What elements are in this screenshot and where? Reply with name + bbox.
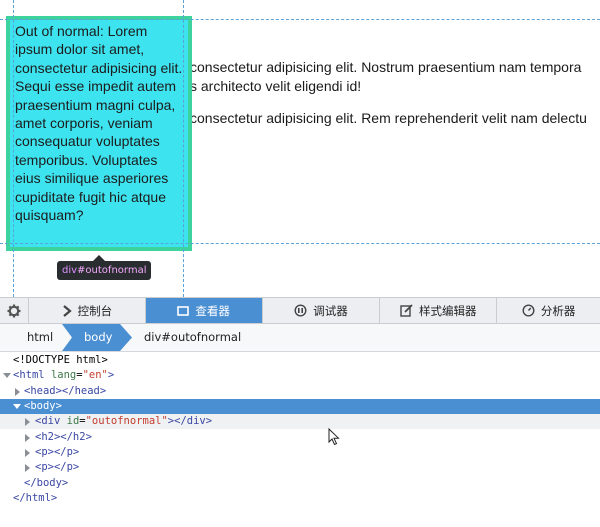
breadcrumb-body[interactable]: body — [84, 324, 112, 351]
html-close-tag-text: </html> — [13, 492, 58, 504]
markup-node-html[interactable]: <html lang="en"> — [0, 368, 600, 383]
expand-arrow-icon[interactable] — [13, 404, 21, 409]
tab-inspector[interactable]: 查看器 — [145, 298, 263, 323]
body-tag-text: <body> — [24, 400, 62, 412]
div-tag-text: <div id="outofnormal"></div> — [35, 415, 213, 427]
html-lang-value: "en" — [82, 369, 108, 381]
markup-node-div-outofnormal[interactable]: <div id="outofnormal"></div> — [0, 414, 600, 430]
breadcrumb-html[interactable]: html — [27, 324, 53, 351]
html-tag-name: <html — [13, 369, 45, 381]
tab-style-editor[interactable]: 样式编辑器 — [380, 298, 498, 323]
breadcrumb: html body div#outofnormal — [0, 324, 600, 352]
style-editor-icon — [400, 304, 413, 317]
inspector-icon — [177, 305, 190, 316]
head-tag-text: <head></head> — [24, 385, 107, 397]
console-icon — [62, 304, 72, 317]
collapse-arrow-icon[interactable] — [25, 434, 30, 442]
infobar-arrow — [93, 255, 105, 261]
mouse-cursor-icon — [328, 428, 340, 446]
gear-icon — [7, 304, 21, 317]
paragraph-2: consectetur adipisicing elit. Rem repreh… — [190, 109, 587, 128]
guide-line-left — [13, 0, 14, 297]
breadcrumb-div-outofnormal[interactable]: div#outofnormal — [144, 324, 241, 351]
tab-profiler-label: 分析器 — [540, 303, 576, 318]
markup-node-body-close[interactable]: </body> — [0, 476, 600, 491]
markup-node-h2[interactable]: <h2></h2> — [0, 430, 600, 445]
collapse-arrow-icon[interactable] — [25, 464, 30, 472]
p-tag-text: <p></p> — [35, 461, 80, 473]
collapse-arrow-icon[interactable] — [25, 449, 30, 457]
div-close-tag: ></div> — [167, 415, 213, 427]
paragraph-1-line-1: consectetur adipisicing elit. Nostrum pr… — [190, 59, 582, 75]
highlighter-infobar: div#outofnormal — [57, 255, 152, 280]
page-viewport: consectetur adipisicing elit. Nostrum pr… — [0, 0, 600, 297]
tab-profiler[interactable]: 分析器 — [497, 298, 600, 323]
html-open-tag-text: <html lang="en"> — [13, 369, 115, 381]
tab-inspector-label: 查看器 — [195, 303, 230, 318]
markup-node-html-close[interactable]: </html> — [0, 491, 600, 506]
markup-node-head[interactable]: <head></head> — [0, 384, 600, 399]
tab-style-editor-label: 样式编辑器 — [419, 303, 477, 318]
h2-tag-text: <h2></h2> — [35, 431, 92, 443]
markup-node-p[interactable]: <p></p> — [0, 460, 600, 475]
tab-console[interactable]: 控制台 — [29, 298, 146, 323]
expand-arrow-icon[interactable] — [3, 373, 11, 378]
p-tag-text: <p></p> — [35, 446, 80, 458]
tab-debugger-label: 调试器 — [313, 303, 348, 318]
floating-box-text: Out of normal: Lorem ipsum dolor sit ame… — [15, 23, 183, 224]
guide-line-bottom — [0, 243, 600, 244]
collapse-arrow-icon[interactable] — [15, 388, 20, 396]
paragraph-2-line-1: consectetur adipisicing elit. Rem repreh… — [190, 110, 587, 126]
html-lang-attr: lang — [50, 369, 77, 381]
html-close-bracket: > — [107, 369, 115, 381]
infobar-tag: div — [62, 265, 78, 276]
guide-line-right — [183, 0, 184, 297]
markup-tree: <!DOCTYPE html> <html lang="en"> <head><… — [0, 352, 600, 527]
div-id-attr: id — [66, 415, 80, 427]
tab-debugger[interactable]: 调试器 — [263, 298, 381, 323]
tab-console-label: 控制台 — [77, 303, 113, 318]
settings-button[interactable] — [0, 298, 29, 323]
body-close-tag-text: </body> — [24, 477, 69, 489]
div-tag-name: <div — [35, 415, 61, 427]
debugger-icon — [294, 304, 307, 317]
collapse-arrow-icon[interactable] — [25, 418, 30, 426]
markup-node-doctype[interactable]: <!DOCTYPE html> — [0, 353, 600, 368]
infobar-id: #outofnormal — [77, 265, 147, 276]
guide-line-top — [0, 19, 600, 20]
paragraph-1-line-2: s architecto velit eligendi id! — [190, 78, 362, 94]
markup-node-p[interactable]: <p></p> — [0, 445, 600, 460]
paragraph-1: consectetur adipisicing elit. Nostrum pr… — [190, 58, 581, 96]
profiler-icon — [522, 304, 535, 317]
doctype-text: <!DOCTYPE html> — [13, 354, 108, 366]
devtools-toolbar: 控制台 查看器 调试器 样式编辑器 分析器 — [0, 297, 600, 324]
div-id-value: "outofnormal" — [85, 415, 168, 427]
markup-node-body[interactable]: <body> — [0, 399, 600, 415]
